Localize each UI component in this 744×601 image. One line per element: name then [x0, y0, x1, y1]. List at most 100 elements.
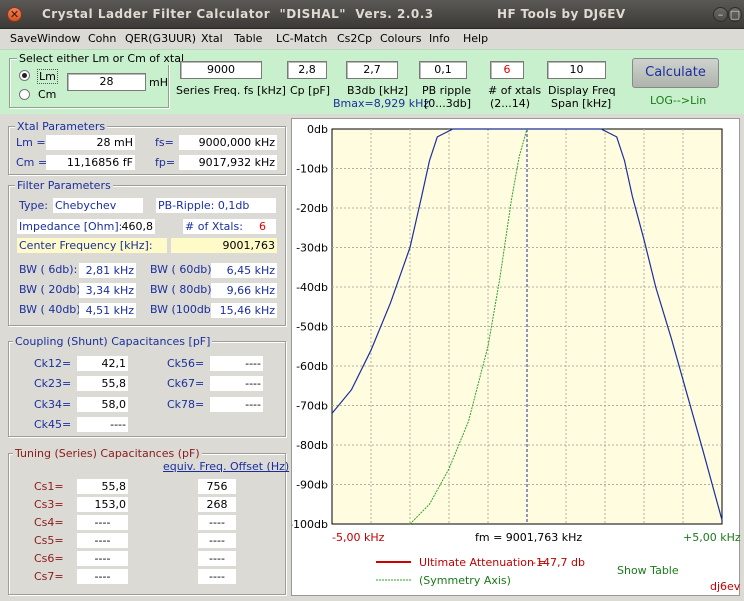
- y-tick-label: -90db: [296, 479, 328, 492]
- ck-label: Ck78=: [167, 398, 205, 411]
- cp-input[interactable]: 2,8: [287, 61, 327, 79]
- center-freq-value: 9001,763: [171, 238, 277, 253]
- cs-value: 55,8: [77, 479, 128, 494]
- fs-param-value: 9000,000 kHz: [179, 135, 277, 150]
- menu-bar: SaveWindow Cohn QER(G3UUR) Xtal Table LC…: [0, 30, 744, 48]
- x-right-label: +5,00 kHz: [683, 531, 741, 544]
- symmetry-label: (Symmetry Axis): [419, 574, 511, 587]
- pb-ripple-input[interactable]: 0,1: [419, 61, 467, 79]
- ck-value: ----: [210, 397, 263, 412]
- y-tick-label: -10db: [296, 163, 328, 176]
- lm-param-label: Lm =: [16, 136, 46, 149]
- cs-offset: ----: [198, 551, 236, 566]
- impedance-label: Impedance [Ohm]:: [17, 219, 121, 234]
- response-chart-panel: 0db -10db -20db -30db -40db -50db -60db -70db -8…: [289, 118, 741, 596]
- show-table-button[interactable]: Show Table: [617, 564, 679, 577]
- cm-radio[interactable]: [19, 89, 30, 100]
- menu-xtal[interactable]: Xtal: [201, 32, 223, 45]
- menu-savewindow[interactable]: SaveWindow: [10, 32, 80, 45]
- ck-value: ----: [210, 356, 263, 371]
- filter-type-value: Chebychev: [53, 198, 143, 213]
- cs-value: ----: [77, 515, 128, 530]
- b3db-input[interactable]: 2,7: [346, 61, 398, 79]
- bw-value: 9,66 kHz: [211, 283, 277, 298]
- ck-value: ----: [210, 376, 263, 391]
- ultimate-label: Ultimate Attenuation =: [419, 556, 547, 569]
- display-span-input[interactable]: 10: [547, 61, 606, 79]
- menu-help[interactable]: Help: [463, 32, 488, 45]
- title-bar[interactable]: ✕ – □ Crystal Ladder Filter Calculator "…: [0, 0, 744, 29]
- lm-param-value: 28 mH: [46, 135, 135, 150]
- cs-label: Cs4=: [34, 516, 64, 529]
- ck-label: Ck56=: [167, 357, 205, 370]
- center-freq-label: Center Frequency [kHz]:: [17, 238, 167, 253]
- y-tick-label: -100db: [292, 518, 328, 531]
- cs-value: ----: [77, 533, 128, 548]
- window-title: Crystal Ladder Filter Calculator "DISHAL…: [42, 7, 434, 21]
- y-tick-label: -20db: [296, 202, 328, 215]
- bw-value: 6,45 kHz: [211, 263, 277, 278]
- lm-cm-input[interactable]: 28: [67, 73, 146, 91]
- filter-params-title: Filter Parameters: [15, 179, 113, 192]
- cs-label: Cs3=: [34, 498, 64, 511]
- filter-type-label: Type:: [19, 199, 48, 212]
- ultimate-value: -147,7 db: [532, 556, 585, 569]
- fs-param-label: fs=: [155, 136, 174, 149]
- bw-label: BW (100db):: [150, 303, 219, 316]
- series-freq-input[interactable]: 9000: [180, 61, 262, 79]
- ck-label: Ck67=: [167, 377, 205, 390]
- freq-offset-link[interactable]: equiv. Freq. Offset (Hz): [163, 460, 289, 473]
- num-xtals-label: # of xtals: [488, 84, 542, 97]
- x-center-label: fm = 9001,763 kHz: [475, 531, 582, 544]
- ck-label: Ck23=: [34, 377, 72, 390]
- ck-value: 55,8: [77, 376, 128, 391]
- pb-ripple-label: PB ripple: [422, 84, 472, 97]
- ck-value: 42,1: [77, 356, 128, 371]
- lm-radio[interactable]: [19, 70, 30, 81]
- minimize-button[interactable]: –: [713, 7, 728, 22]
- coupling-title: Coupling (Shunt) Capacitances [pF]: [13, 335, 213, 348]
- menu-lc-match[interactable]: LC-Match: [276, 32, 327, 45]
- xtal-params-title: Xtal Parameters: [15, 120, 108, 133]
- menu-cohn[interactable]: Cohn: [88, 32, 116, 45]
- cs-value: ----: [77, 569, 128, 584]
- y-tick-label: -80db: [296, 439, 328, 452]
- y-tick-label: -30db: [296, 242, 328, 255]
- cs-value: ----: [77, 551, 128, 566]
- cs-value: 153,0: [77, 497, 128, 512]
- menu-cs2cp[interactable]: Cs2Cp: [337, 32, 372, 45]
- maximize-button[interactable]: □: [728, 7, 742, 22]
- calculate-button[interactable]: Calculate: [632, 58, 719, 88]
- x-left-label: -5,00 kHz: [332, 531, 385, 544]
- cs-offset: 268: [198, 497, 236, 512]
- app-window: ✕ – □ Crystal Ladder Filter Calculator "…: [0, 0, 744, 601]
- num-xtals-input[interactable]: 6: [490, 61, 524, 79]
- display-span-unit: Span [kHz]: [551, 97, 612, 110]
- fp-param-value: 9017,932 kHz: [179, 155, 277, 170]
- lm-radio-label[interactable]: Lm: [37, 69, 58, 84]
- ck-value: 58,0: [77, 397, 128, 412]
- close-button[interactable]: ✕: [7, 7, 22, 22]
- menu-table[interactable]: Table: [234, 32, 262, 45]
- y-tick-label: -60db: [296, 360, 328, 373]
- response-plot: 0db -10db -20db -30db -40db -50db -60db -70db -8…: [289, 123, 741, 593]
- signature-label: dj6ev: [710, 580, 741, 593]
- impedance-value: 460,8: [121, 219, 155, 234]
- menu-qer[interactable]: QER(G3UUR): [125, 32, 196, 45]
- pb-ripple-value: PB-Ripple: 0,1db: [156, 198, 276, 213]
- bw-label: BW ( 80db):: [150, 283, 216, 296]
- num-xtals-param-label: # of Xtals:: [183, 219, 245, 234]
- cs-offset: ----: [198, 515, 236, 530]
- cm-radio-label[interactable]: Cm: [38, 88, 56, 101]
- pb-ripple-range: [0...3db]: [424, 97, 472, 110]
- bw-label: BW ( 40db):: [19, 303, 85, 316]
- bw-label: BW ( 60db):: [150, 263, 216, 276]
- menu-info[interactable]: Info: [429, 32, 450, 45]
- display-span-label: Display Freq: [548, 84, 616, 97]
- cm-param-label: Cm =: [16, 156, 48, 169]
- y-tick-label: 0db: [307, 123, 328, 136]
- log-lin-toggle[interactable]: LOG-->Lin: [650, 94, 706, 107]
- menu-colours[interactable]: Colours: [380, 32, 421, 45]
- lm-unit: mH: [149, 76, 168, 89]
- bw-value: 4,51 kHz: [79, 303, 136, 318]
